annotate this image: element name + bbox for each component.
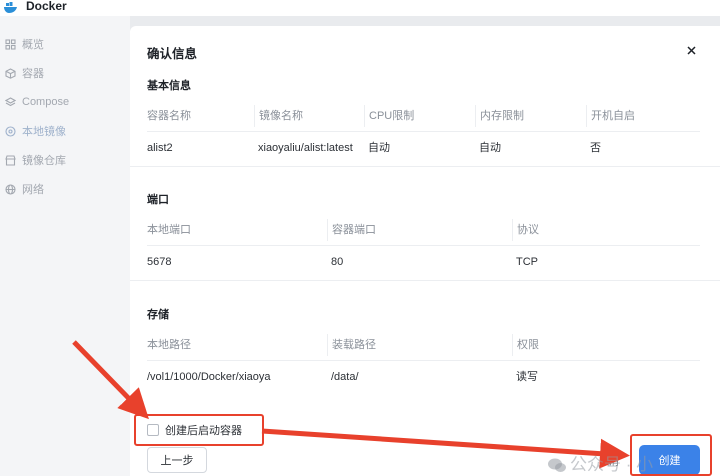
app-title-bar: Docker — [0, 0, 720, 16]
table-cell: alist2 — [147, 142, 173, 154]
cube-icon — [4, 67, 16, 79]
section-divider — [130, 166, 720, 167]
sidebar-item-compose[interactable]: Compose — [0, 88, 130, 116]
section-title-basic: 基本信息 — [147, 80, 191, 92]
column-header: CPU限制 — [364, 105, 414, 127]
table-cell: 80 — [331, 256, 344, 268]
table-row: 5678 80 TCP — [147, 246, 700, 278]
table-cell: TCP — [516, 256, 538, 268]
column-header: 内存限制 — [475, 105, 524, 127]
sidebar-item-label: 容器 — [22, 68, 44, 80]
table-header-row: 本地端口 容器端口 协议 — [147, 214, 700, 246]
confirm-dialog: 确认信息 基本信息 容器名称 镜像名称 CPU限制 内存限制 开机自启 alis… — [130, 26, 720, 476]
sidebar: 概览 容器 Compose 本地镜像 镜像仓库 网络 — [0, 16, 130, 476]
table-cell: xiaoyaliu/alist:latest — [258, 142, 353, 154]
create-button[interactable]: 创建 — [639, 445, 700, 475]
section-title-storage: 存储 — [147, 309, 169, 321]
sidebar-item-label: 网络 — [22, 184, 44, 196]
store-icon — [4, 154, 16, 166]
autostart-checkbox[interactable]: 创建后启动容器 — [147, 422, 242, 438]
table-cell: /vol1/1000/Docker/xiaoya — [147, 371, 271, 383]
section-divider — [130, 280, 720, 281]
sidebar-item-label: 本地镜像 — [22, 126, 66, 138]
cancel-button[interactable]: 取消 — [586, 447, 632, 473]
table-row: alist2 xiaoyaliu/alist:latest 自动 自动 否 — [147, 132, 700, 164]
autostart-label: 创建后启动容器 — [165, 425, 242, 437]
globe-icon — [4, 183, 16, 195]
column-header: 容器名称 — [147, 110, 191, 122]
table-cell: 自动 — [368, 142, 390, 154]
section-title-ports: 端口 — [147, 194, 169, 206]
disc-icon — [4, 125, 16, 137]
table-header-row: 本地路径 装载路径 权限 — [147, 329, 700, 361]
table-cell: 否 — [590, 142, 601, 154]
table-cell: 读写 — [516, 371, 538, 383]
sidebar-item-label: Compose — [22, 96, 70, 108]
column-header: 本地端口 — [147, 224, 191, 236]
sidebar-item-containers[interactable]: 容器 — [0, 59, 130, 87]
docker-logo-icon — [4, 0, 18, 13]
column-header: 协议 — [512, 219, 539, 241]
column-header: 开机自启 — [586, 105, 635, 127]
table-cell: 自动 — [479, 142, 501, 154]
sidebar-item-local-images[interactable]: 本地镜像 — [0, 117, 130, 145]
table-row: /vol1/1000/Docker/xiaoya /data/ 读写 — [147, 361, 700, 393]
previous-button[interactable]: 上一步 — [147, 447, 207, 473]
sidebar-item-overview[interactable]: 概览 — [0, 30, 130, 58]
close-button[interactable] — [684, 44, 698, 58]
ports-table: 本地端口 容器端口 协议 5678 80 TCP — [147, 214, 700, 278]
sidebar-item-label: 概览 — [22, 39, 44, 51]
table-cell: /data/ — [331, 371, 359, 383]
sidebar-item-label: 镜像仓库 — [22, 155, 66, 167]
basic-info-table: 容器名称 镜像名称 CPU限制 内存限制 开机自启 alist2 xiaoyal… — [147, 100, 700, 164]
column-header: 本地路径 — [147, 339, 191, 351]
storage-table: 本地路径 装载路径 权限 /vol1/1000/Docker/xiaoya /d… — [147, 329, 700, 393]
column-header: 容器端口 — [327, 219, 376, 241]
sidebar-item-registry[interactable]: 镜像仓库 — [0, 146, 130, 174]
checkbox-box[interactable] — [147, 424, 159, 436]
layers-icon — [4, 96, 16, 108]
column-header: 装载路径 — [327, 334, 376, 356]
dialog-title: 确认信息 — [147, 47, 198, 61]
table-header-row: 容器名称 镜像名称 CPU限制 内存限制 开机自启 — [147, 100, 700, 132]
close-icon — [686, 42, 696, 60]
column-header: 权限 — [512, 334, 539, 356]
app-title: Docker — [26, 0, 67, 13]
sidebar-item-network[interactable]: 网络 — [0, 175, 130, 203]
table-cell: 5678 — [147, 256, 172, 268]
grid-icon — [4, 38, 16, 50]
column-header: 镜像名称 — [254, 105, 303, 127]
